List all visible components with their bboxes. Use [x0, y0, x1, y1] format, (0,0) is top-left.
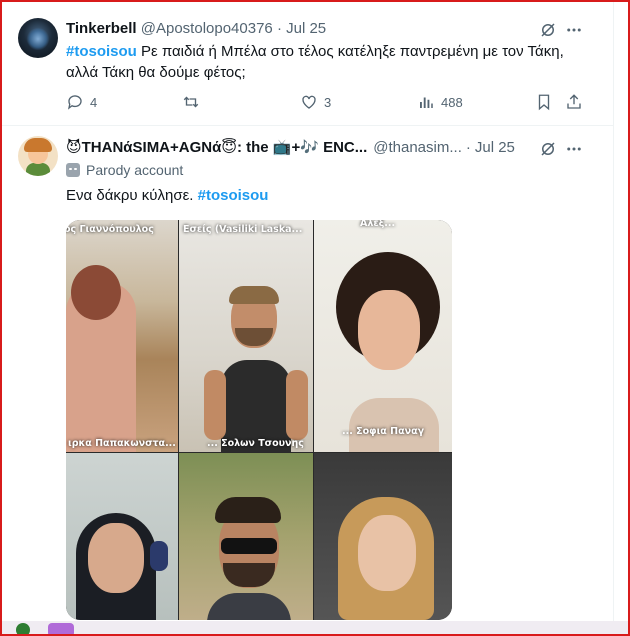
- parody-label: Parody account: [86, 162, 184, 178]
- participant-name: ... Σολων Τσουνης: [207, 438, 304, 449]
- bookmark-icon: [538, 94, 550, 111]
- tweet-body: Ενα δάκρυ κύλησε.: [66, 187, 198, 204]
- reply-icon: [67, 95, 82, 110]
- tweet-header: 😈THANάSIMA+AGNά😇: the 📺+🎶 ENC... @thanas…: [66, 138, 515, 158]
- tweet-date[interactable]: Jul 25: [286, 20, 326, 37]
- tweet[interactable]: 😈THANάSIMA+AGNά😇: the 📺+🎶 ENC... @thanas…: [0, 126, 613, 636]
- parody-mask-icon: [66, 163, 80, 177]
- tweet-date[interactable]: Jul 25: [475, 138, 515, 158]
- reply-count: 4: [90, 94, 98, 110]
- dot-separator: ·: [276, 20, 282, 37]
- app-icon[interactable]: [48, 623, 74, 636]
- parody-badge: Parody account: [66, 161, 183, 179]
- author-name[interactable]: Tinkerbell: [66, 20, 137, 37]
- hashtag-link[interactable]: #tosoisou: [66, 43, 137, 60]
- video-tile: Εσείς (Vasiliki Laska... ... Σολων Τσουν…: [179, 220, 313, 452]
- reply-button[interactable]: 4: [66, 93, 97, 111]
- views-button[interactable]: 488: [417, 93, 463, 111]
- avatar[interactable]: [18, 18, 58, 58]
- video-tile: Αλεξ... ... Σοφια Παναγ: [314, 220, 452, 452]
- tweet-text: Ενα δάκρυ κύλησε. #tosoisou: [66, 185, 268, 206]
- like-count: 3: [324, 94, 332, 110]
- views-icon: [420, 97, 433, 108]
- participant-name: Αλεξ...: [360, 220, 396, 229]
- share-icon: [567, 94, 581, 109]
- hashtag-link[interactable]: #tosoisou: [198, 187, 269, 204]
- video-tile: [66, 453, 178, 620]
- participant-name: ος Γιαννόπουλος: [66, 224, 154, 235]
- video-tile: ος Γιαννόπουλος ιρκα Παπακωνστα...: [66, 220, 178, 452]
- video-tile: [179, 453, 313, 620]
- timeline-border: [613, 0, 614, 636]
- participant-name: Εσείς (Vasiliki Laska...: [183, 224, 303, 235]
- video-tile: [314, 453, 452, 620]
- tweet-media[interactable]: ος Γιαννόπουλος ιρκα Παπακωνστα... Εσείς…: [66, 220, 452, 620]
- tweet-body: Ρε παιδιά ή Μπέλα στο τέλος κατέληξε παν…: [66, 43, 564, 81]
- author-name[interactable]: 😈THANάSIMA+AGNά😇: the 📺+🎶 ENC...: [66, 138, 367, 158]
- more-icon[interactable]: [565, 140, 583, 158]
- share-button[interactable]: [565, 93, 583, 111]
- view-count: 488: [441, 94, 463, 110]
- dot-separator: ·: [465, 139, 471, 156]
- like-icon: [302, 95, 316, 109]
- tweet[interactable]: Tinkerbell @Apostolopo40376 · Jul 25 #to…: [0, 0, 613, 126]
- avatar[interactable]: [18, 136, 58, 176]
- more-icon[interactable]: [565, 21, 583, 39]
- bookmark-button[interactable]: [535, 93, 553, 111]
- tweet-actions: 4 3 488: [66, 93, 586, 113]
- participant-name: ... Σοφια Παναγ: [342, 426, 425, 437]
- grok-icon[interactable]: [539, 140, 557, 158]
- author-handle[interactable]: @thanasim...: [373, 138, 462, 158]
- taskbar: [2, 621, 628, 636]
- grok-icon[interactable]: [539, 21, 557, 39]
- retweet-button[interactable]: [182, 93, 206, 111]
- tweet-text: #tosoisou Ρε παιδιά ή Μπέλα στο τέλος κα…: [66, 41, 586, 83]
- tweet-header: Tinkerbell @Apostolopo40376 · Jul 25: [66, 19, 326, 39]
- participant-name: ιρκα Παπακωνστα...: [68, 438, 176, 449]
- retweet-icon: [183, 96, 199, 108]
- author-handle[interactable]: @Apostolopo40376: [141, 20, 273, 37]
- like-button[interactable]: 3: [300, 93, 331, 111]
- app-icon[interactable]: [16, 623, 30, 636]
